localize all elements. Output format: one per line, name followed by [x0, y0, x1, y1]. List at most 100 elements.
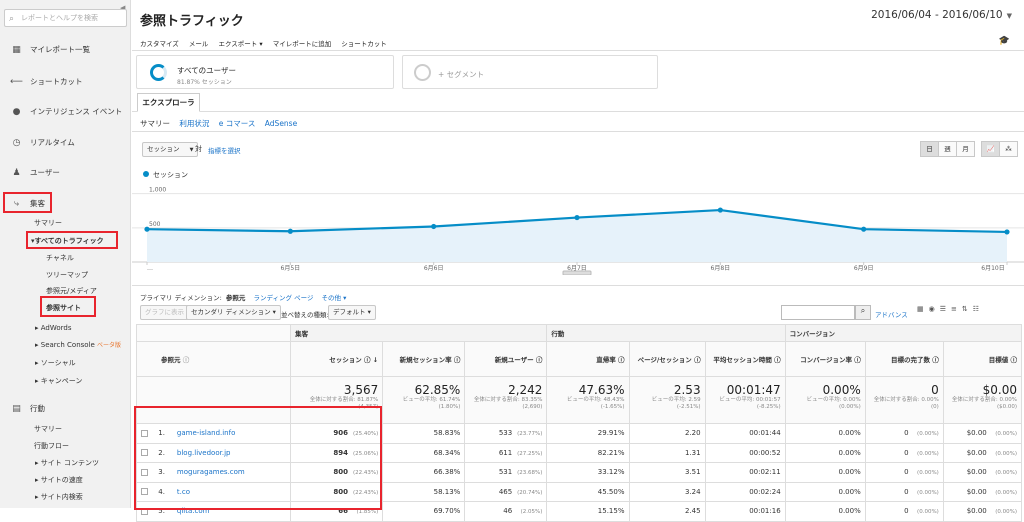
column-header-goal-completions[interactable]: 目標の完了数 ⓘ	[864, 341, 944, 377]
dimension-landing-link[interactable]: ランディング ページ	[253, 294, 313, 302]
subtab-ecommerce[interactable]: e コマース	[219, 119, 256, 128]
column-header-avg-session-duration[interactable]: 平均セッション時間 ⓘ	[704, 341, 786, 377]
cell-percent: (0.00%)	[917, 509, 939, 516]
social-link[interactable]: ▸ ソーシャル	[35, 358, 76, 368]
column-header-label: 新規ユーザー	[494, 356, 534, 364]
data-point[interactable]	[717, 207, 723, 213]
customize-button[interactable]: カスタマイズ	[140, 40, 179, 48]
column-header-sessions[interactable]: セッション ⓘ ↓	[290, 341, 384, 377]
subtab-summary[interactable]: サマリー	[140, 119, 170, 128]
cell-value: 69.70%	[433, 507, 461, 516]
segment-all-users[interactable]: すべてのユーザー 81.87% セッション	[136, 55, 394, 89]
subtab-adsense[interactable]: AdSense	[265, 119, 297, 128]
chart-legend: セッション	[143, 170, 188, 180]
search-input[interactable]: ⌕ レポートとヘルプを検索	[4, 9, 127, 27]
sidebar-item-realtime[interactable]: ◷ リアルタイム	[10, 137, 75, 148]
data-point[interactable]	[1004, 229, 1010, 235]
site-content-label: サイト コンテンツ	[40, 459, 99, 467]
treemap-link[interactable]: ツリーマップ	[46, 270, 88, 280]
column-header-pages-per-session[interactable]: ページ/セッション ⓘ	[628, 341, 706, 377]
new-session-rate-cell: 58.83%	[382, 423, 466, 444]
pages-per-session-cell: 2.45	[628, 501, 706, 522]
table-filter-input[interactable]	[781, 305, 855, 320]
secondary-dimension-button[interactable]: セカンダリ ディメンション ▾	[186, 305, 281, 320]
acq-summary-link[interactable]: サマリー	[34, 218, 62, 228]
new-session-rate-cell: 58.13%	[382, 481, 466, 502]
site-content-link[interactable]: ▸ サイト コンテンツ	[35, 458, 99, 468]
column-header-new-users[interactable]: 新規ユーザー ⓘ	[464, 341, 548, 377]
legend-dot-icon	[143, 171, 149, 177]
graduation-cap-icon[interactable]: 🎓	[999, 36, 1010, 46]
avg-session-cell: 00:02:11	[704, 462, 786, 483]
conversion-rate-cell: 0.00%	[784, 423, 866, 444]
add-to-dashboard-button[interactable]: マイレポートに追加	[273, 40, 332, 48]
sidebar-item-my-reports[interactable]: ▦ マイレポート一覧	[10, 44, 90, 55]
chart-resize-handle[interactable]	[562, 270, 592, 275]
avg-session-cell: 00:02:24	[704, 481, 786, 502]
cell-value: 15.15%	[597, 507, 625, 516]
export-button[interactable]: エクスポート ▾	[218, 40, 262, 48]
sidebar-item-label: インテリジェンス イベント	[30, 107, 123, 116]
adwords-link[interactable]: ▸ AdWords	[35, 324, 72, 332]
email-button[interactable]: メール	[189, 40, 209, 48]
dimension-other-link[interactable]: その他 ▾	[322, 294, 347, 302]
data-point[interactable]	[431, 223, 437, 230]
cell-percent: (20.74%)	[517, 489, 543, 496]
behavior-summary-link[interactable]: サマリー	[34, 424, 62, 434]
subtab-usage[interactable]: 利用状況	[179, 119, 209, 128]
column-header-new-session-rate[interactable]: 新規セッション率 ⓘ	[382, 341, 466, 377]
view-switch-icons[interactable]: ▦◉☰≡⇅☷	[917, 305, 984, 313]
search-icon[interactable]: ⌕	[855, 305, 871, 320]
cell-value: 611	[498, 448, 513, 457]
granularity-week-button[interactable]: 週	[938, 141, 957, 157]
add-segment-button[interactable]: + セグメント	[402, 55, 658, 89]
total-sub: ビューの平均: 00:01:57	[719, 397, 781, 403]
total-cell: 00:01:47 ビューの平均: 00:01:57 (-8.25%)	[704, 376, 786, 424]
cell-value: 00:02:11	[749, 468, 781, 477]
main-content: 参照トラフィック 2016/06/04 - 2016/06/10 ▼ カスタマイズ…	[132, 0, 1024, 522]
choose-metric-link[interactable]: 指標を選択	[208, 145, 241, 155]
goal-completions-cell: 0 (0.00%)	[864, 462, 944, 483]
granularity-month-button[interactable]: 月	[956, 141, 975, 157]
sidebar-item-behavior[interactable]: ▤ 行動	[10, 403, 45, 414]
search-console-link[interactable]: ▸ Search Console ベータ版	[35, 340, 121, 349]
date-range-label: 2016/06/04 - 2016/06/10	[871, 9, 1003, 21]
sidebar-item-intelligence[interactable]: ● インテリジェンス イベント	[10, 106, 123, 117]
granularity-day-button[interactable]: 日	[920, 141, 939, 157]
data-point[interactable]	[144, 226, 150, 232]
source-medium-link[interactable]: 参照元/メディア	[46, 286, 97, 296]
column-header-conversion-rate[interactable]: コンバージョン率 ⓘ	[784, 341, 866, 377]
date-range-picker[interactable]: 2016/06/04 - 2016/06/10 ▼	[871, 9, 1012, 21]
tab-explorer[interactable]: エクスプローラ	[137, 93, 200, 112]
sidebar-item-shortcuts[interactable]: ⟵ ショートカット	[10, 76, 82, 87]
data-point[interactable]	[574, 214, 580, 221]
data-point[interactable]	[287, 228, 293, 234]
channel-link[interactable]: チャネル	[46, 253, 74, 263]
motion-chart-icon[interactable]: ⁂	[999, 141, 1018, 157]
data-point[interactable]	[861, 226, 867, 232]
sidebar-item-users[interactable]: ♟ ユーザー	[10, 167, 59, 178]
total-sub2: (-8.25%)	[756, 404, 781, 410]
column-header-bounce-rate[interactable]: 直帰率 ⓘ	[546, 341, 630, 377]
primary-dimension-label: プライマリ ディメンション:	[140, 294, 222, 302]
column-header-source[interactable]: 参照元 ⓘ	[135, 341, 292, 377]
add-segment-label: + セグメント	[438, 70, 485, 79]
advanced-filter-link[interactable]: アドバンス	[875, 309, 908, 319]
cell-value: $0.00	[966, 507, 987, 516]
campaign-label: キャンペーン	[40, 377, 83, 385]
grid-icon: ▦	[12, 45, 21, 55]
line-chart-icon[interactable]: 📈	[981, 141, 1000, 157]
site-search-label: サイト内検索	[40, 493, 83, 501]
total-sub: ビューの平均: 61.74%	[402, 397, 461, 403]
campaign-link[interactable]: ▸ キャンペーン	[35, 376, 82, 386]
metric-select[interactable]: セッション ▼	[142, 142, 199, 157]
total-sub: ビューの平均: 0.00%	[806, 397, 861, 403]
plot-rows-button[interactable]: グラフに表示	[140, 305, 189, 320]
column-header-goal-value[interactable]: 目標値 ⓘ	[942, 341, 1023, 377]
site-speed-link[interactable]: ▸ サイトの速度	[35, 475, 83, 485]
new-users-cell: 531 (23.68%)	[464, 462, 548, 483]
site-search-link[interactable]: ▸ サイト内検索	[35, 492, 83, 502]
sort-type-select[interactable]: デフォルト ▾	[328, 305, 376, 320]
behavior-flow-link[interactable]: 行動フロー	[34, 441, 69, 451]
shortcut-button[interactable]: ショートカット	[341, 40, 387, 48]
